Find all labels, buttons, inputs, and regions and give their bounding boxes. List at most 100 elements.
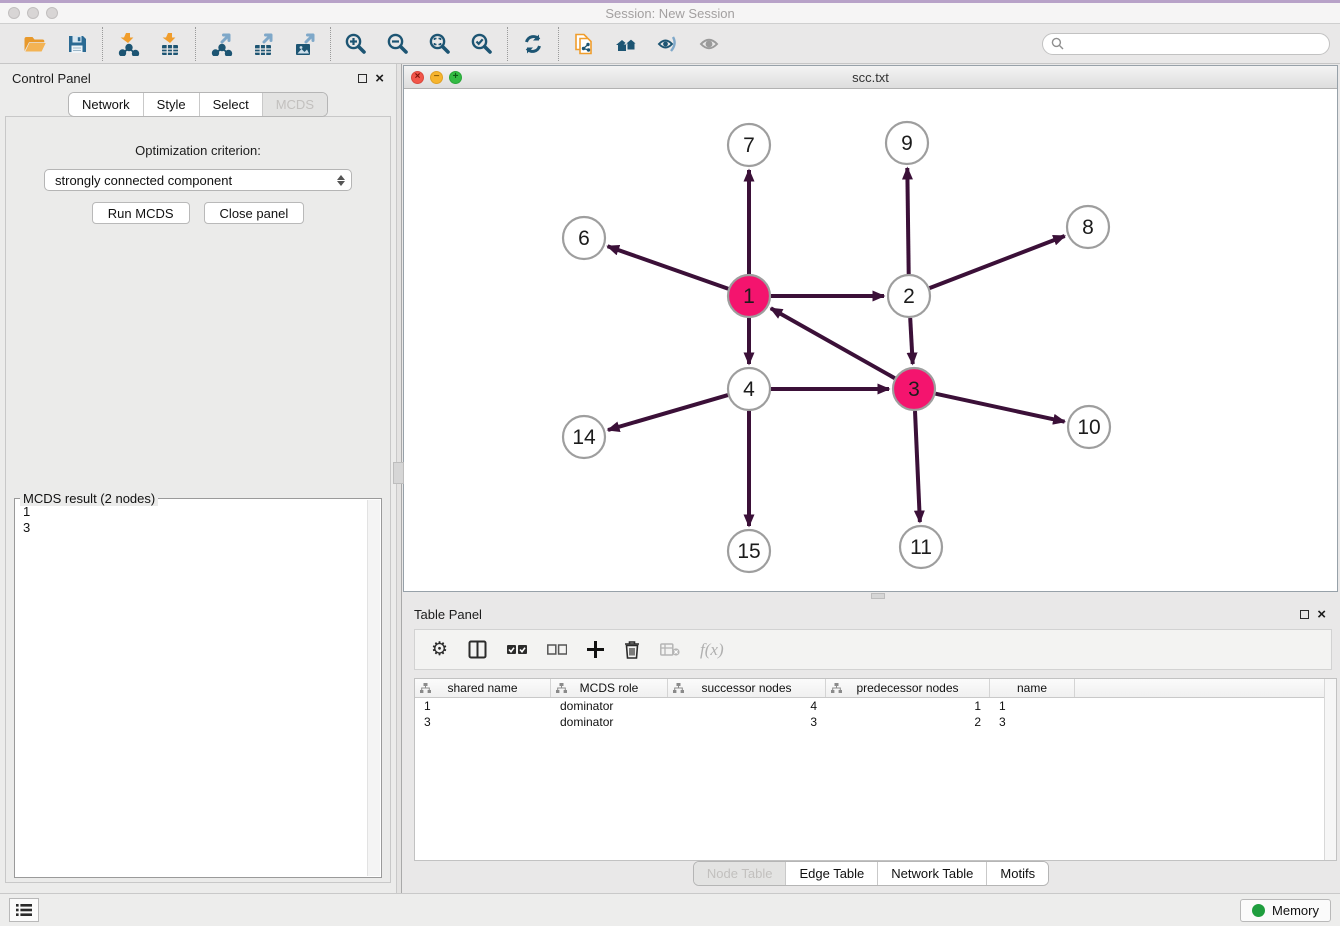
graph-node-10[interactable]: 10 — [1068, 406, 1110, 448]
table-settings-button[interactable]: ⚙ — [431, 638, 448, 661]
tab-network[interactable]: Network — [69, 93, 143, 116]
search-box[interactable] — [1042, 33, 1330, 55]
table-cell[interactable]: 3 — [668, 715, 826, 729]
close-panel-icon[interactable]: × — [1317, 607, 1326, 622]
graph-node-6[interactable]: 6 — [563, 217, 605, 259]
edge-2-8[interactable] — [930, 236, 1065, 288]
splitter-handle[interactable] — [871, 593, 885, 599]
export-table-button[interactable] — [250, 31, 276, 57]
network-canvas[interactable]: 7 9 6 8 1 2 4 3 14 10 15 11 — [404, 89, 1337, 591]
edge-3-11[interactable] — [915, 411, 920, 522]
column-visibility-button[interactable] — [468, 640, 487, 659]
titlebar: Session: New Session — [0, 3, 1340, 24]
vertical-splitter[interactable] — [396, 64, 402, 893]
control-panel-tabs: NetworkStyleSelectMCDS — [0, 92, 396, 117]
splitter-handle[interactable] — [393, 462, 404, 484]
table-cell[interactable]: 1 — [826, 699, 990, 713]
table-cell[interactable]: 1 — [990, 699, 1075, 713]
frame-close-button[interactable]: × — [411, 71, 424, 84]
zoom-fit-button[interactable] — [427, 31, 453, 57]
show-hidden-button[interactable] — [697, 31, 723, 57]
hide-selected-button[interactable] — [655, 31, 681, 57]
horizontal-splitter[interactable] — [402, 592, 1340, 601]
export-image-button[interactable] — [292, 31, 318, 57]
network-overview-button[interactable] — [613, 31, 639, 57]
criterion-select[interactable]: strongly connected component — [44, 169, 352, 191]
run-mcds-button[interactable]: Run MCDS — [92, 202, 190, 224]
table-row[interactable]: 3dominator323 — [415, 714, 1336, 730]
column-header-successor-nodes[interactable]: successor nodes — [668, 679, 826, 697]
tab-motifs[interactable]: Motifs — [986, 862, 1048, 885]
svg-text:11: 11 — [910, 536, 932, 559]
column-header-predecessor-nodes[interactable]: predecessor nodes — [826, 679, 990, 697]
graph-node-4[interactable]: 4 — [728, 368, 770, 410]
table-scrollbar[interactable] — [1324, 679, 1336, 860]
column-header-name[interactable]: name — [990, 679, 1075, 697]
export-network-button[interactable] — [208, 31, 234, 57]
gear-icon: ⚙ — [431, 638, 448, 661]
column-header-MCDS-role[interactable]: MCDS role — [551, 679, 668, 697]
edge-3-10[interactable] — [936, 394, 1065, 422]
zoom-out-button[interactable] — [385, 31, 411, 57]
graph-node-1[interactable]: 1 — [728, 275, 770, 317]
tab-mcds[interactable]: MCDS — [262, 93, 327, 116]
column-header-shared-name[interactable]: shared name — [415, 679, 551, 697]
table-cell[interactable]: 2 — [826, 715, 990, 729]
import-network-button[interactable] — [115, 31, 141, 57]
select-all-rows-button[interactable] — [507, 644, 527, 656]
close-panel-icon[interactable]: × — [375, 71, 384, 86]
close-panel-button[interactable]: Close panel — [204, 202, 305, 224]
node-table[interactable]: shared nameMCDS rolesuccessor nodesprede… — [414, 678, 1337, 861]
add-column-button[interactable] — [587, 641, 604, 658]
edge-2-3[interactable] — [910, 318, 913, 364]
edge-3-1[interactable] — [771, 308, 895, 378]
edge-1-6[interactable] — [608, 246, 729, 288]
mcds-result-title: MCDS result (2 nodes) — [20, 491, 158, 506]
open-session-button[interactable] — [22, 31, 48, 57]
graph-node-8[interactable]: 8 — [1067, 206, 1109, 248]
graph-node-14[interactable]: 14 — [563, 416, 605, 458]
float-panel-icon[interactable] — [358, 74, 367, 83]
mcds-result-box: MCDS result (2 nodes) 1 3 — [14, 498, 382, 878]
float-panel-icon[interactable] — [1300, 610, 1309, 619]
graph-node-11[interactable]: 11 — [900, 526, 942, 568]
network-frame-titlebar[interactable]: × − + scc.txt — [404, 66, 1337, 89]
memory-button[interactable]: Memory — [1240, 899, 1331, 922]
save-session-button[interactable] — [64, 31, 90, 57]
window-title: Session: New Session — [0, 6, 1340, 21]
network-graph[interactable]: 7 9 6 8 1 2 4 3 14 10 15 11 — [404, 89, 1337, 591]
graph-node-3[interactable]: 3 — [893, 368, 935, 410]
import-table-button[interactable] — [157, 31, 183, 57]
deselect-all-rows-button[interactable] — [547, 644, 567, 656]
search-input[interactable] — [1069, 37, 1321, 51]
table-cell[interactable]: dominator — [551, 699, 668, 713]
table-cell[interactable]: 4 — [668, 699, 826, 713]
apply-layout-button[interactable] — [520, 31, 546, 57]
tab-style[interactable]: Style — [143, 93, 199, 116]
task-history-button[interactable] — [9, 898, 39, 922]
edge-2-9[interactable] — [907, 168, 908, 274]
columns-icon — [468, 640, 487, 659]
result-scrollbar[interactable] — [367, 500, 380, 876]
table-cell[interactable]: dominator — [551, 715, 668, 729]
delete-column-button[interactable] — [624, 640, 640, 659]
table-cell[interactable]: 3 — [415, 715, 551, 729]
tab-node-table[interactable]: Node Table — [694, 862, 786, 885]
table-cell[interactable]: 3 — [990, 715, 1075, 729]
graph-node-7[interactable]: 7 — [728, 124, 770, 166]
graph-node-9[interactable]: 9 — [886, 122, 928, 164]
zoom-selected-button[interactable] — [469, 31, 495, 57]
graph-node-2[interactable]: 2 — [888, 275, 930, 317]
table-row[interactable]: 1dominator411 — [415, 698, 1336, 714]
frame-maximize-button[interactable]: + — [449, 71, 462, 84]
frame-minimize-button[interactable]: − — [430, 71, 443, 84]
tab-edge-table[interactable]: Edge Table — [785, 862, 877, 885]
clone-network-button[interactable] — [571, 31, 597, 57]
table-panel: Table Panel × ⚙f(x) shared nameMCDS role… — [402, 601, 1340, 893]
zoom-in-button[interactable] — [343, 31, 369, 57]
tab-network-table[interactable]: Network Table — [877, 862, 986, 885]
graph-node-15[interactable]: 15 — [728, 530, 770, 572]
tab-select[interactable]: Select — [199, 93, 262, 116]
edge-4-14[interactable] — [608, 395, 728, 430]
table-cell[interactable]: 1 — [415, 699, 551, 713]
